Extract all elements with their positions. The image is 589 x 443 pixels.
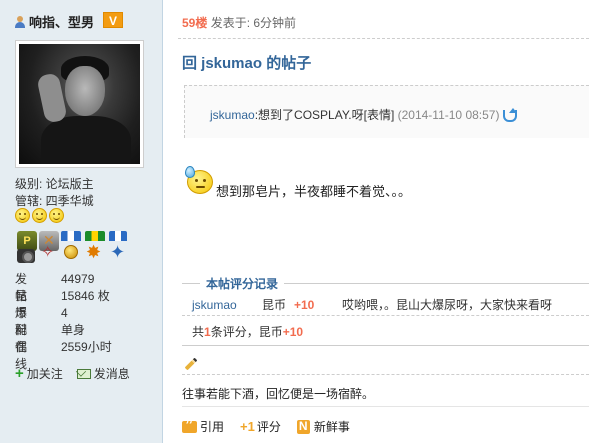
rating-user[interactable]: jskumao — [192, 295, 237, 315]
quote-author[interactable]: jskumao — [210, 108, 255, 122]
mail-icon — [76, 368, 91, 379]
share-news-button[interactable]: 新鲜事 — [296, 418, 350, 435]
quote-block: jskumao:想到了COSPLAY.呀[表情] (2014-11-10 08:… — [184, 85, 589, 138]
signature: 往事若能下酒，回忆便是一场宿醉。 — [182, 387, 375, 401]
rating-title: 本帖评分记录 — [200, 275, 285, 292]
username-text[interactable]: 响指、型男 — [29, 12, 94, 31]
user-actions: + 加关注 发消息 — [15, 365, 130, 382]
rating-reason: 哎哟喂，。昆山大爆尿呀，大家快来看呀 — [342, 298, 553, 312]
rating-kind: 昆币 — [262, 298, 287, 312]
jump-to-quote-icon[interactable] — [502, 108, 518, 122]
divider — [182, 406, 589, 407]
quote-button[interactable]: 引用 — [182, 417, 224, 435]
medal-p-icon[interactable]: P — [17, 231, 37, 251]
medal-coin-icon[interactable] — [64, 245, 78, 259]
smiley-icon — [32, 208, 47, 223]
avatar-image — [19, 44, 140, 164]
username[interactable]: 响指、型男 — [14, 12, 94, 31]
divider — [182, 374, 589, 375]
quote-time: (2014-11-10 08:57) — [394, 108, 500, 122]
user-manage: 管辖: 四季华城 — [15, 194, 94, 208]
pencil-icon — [184, 357, 198, 371]
post-actions: 引用 +1 评分 新鲜事 — [182, 417, 366, 435]
medal-ribbon-green-icon[interactable] — [85, 231, 105, 241]
quote-text: :想到了COSPLAY.呀[表情] — [254, 108, 395, 122]
post-time: 发表于: 6分钟前 — [210, 16, 297, 30]
medal-ribbon-blue-icon[interactable] — [109, 231, 127, 241]
sweat-emoji-icon — [185, 166, 215, 194]
post-header: 59楼 发表于: 6分钟前 — [182, 14, 296, 31]
plus-one-icon: +1 — [240, 419, 255, 434]
rating-value: +10 — [294, 298, 315, 312]
plus-icon: + — [15, 364, 24, 382]
divider — [178, 38, 589, 39]
vip-badge: V — [103, 12, 123, 28]
floor-number[interactable]: 59楼 — [182, 16, 207, 30]
rating-summary: 共1条评分，昆币+10 — [192, 325, 304, 339]
medal-sword-icon[interactable]: ✧ — [41, 244, 61, 264]
medal-star-icon[interactable]: ✸ — [86, 243, 106, 263]
post-body: 想到那皂片，半夜都睡不着觉、。。 — [216, 184, 412, 199]
smiley-icon — [15, 208, 30, 223]
user-sidebar: 响指、型男 V 级别: 论坛版主 管辖: 四季华城 P ✧ ✸ ✦ 发帖4497… — [0, 0, 163, 443]
follow-button[interactable]: + 加关注 — [15, 365, 63, 382]
news-icon — [296, 419, 310, 434]
rating-record: 本帖评分记录 jskumao 昆币 +10 哎哟喂，。昆山大爆尿呀，大家快来看呀… — [182, 275, 589, 346]
smiley-icon — [49, 208, 64, 223]
user-icon — [14, 15, 26, 28]
medal-star-blue-icon[interactable]: ✦ — [110, 243, 130, 263]
avatar[interactable] — [15, 40, 144, 168]
quote-icon — [182, 417, 197, 435]
user-level: 级别: 论坛版主 — [15, 177, 94, 191]
medal-ribbon-icon[interactable] — [61, 231, 81, 241]
post-content: 59楼 发表于: 6分钟前 回 jskumao 的帖子 jskumao:想到了C… — [164, 0, 589, 443]
rate-button[interactable]: +1 评分 — [240, 418, 281, 435]
rating-row: jskumao 昆币 +10 哎哟喂，。昆山大爆尿呀，大家快来看呀 — [182, 295, 589, 315]
send-message-button[interactable]: 发消息 — [76, 365, 130, 382]
reply-title: 回 jskumao 的帖子 — [182, 55, 312, 72]
medal-camera-icon[interactable] — [17, 249, 35, 263]
rank-smileys — [15, 208, 64, 223]
